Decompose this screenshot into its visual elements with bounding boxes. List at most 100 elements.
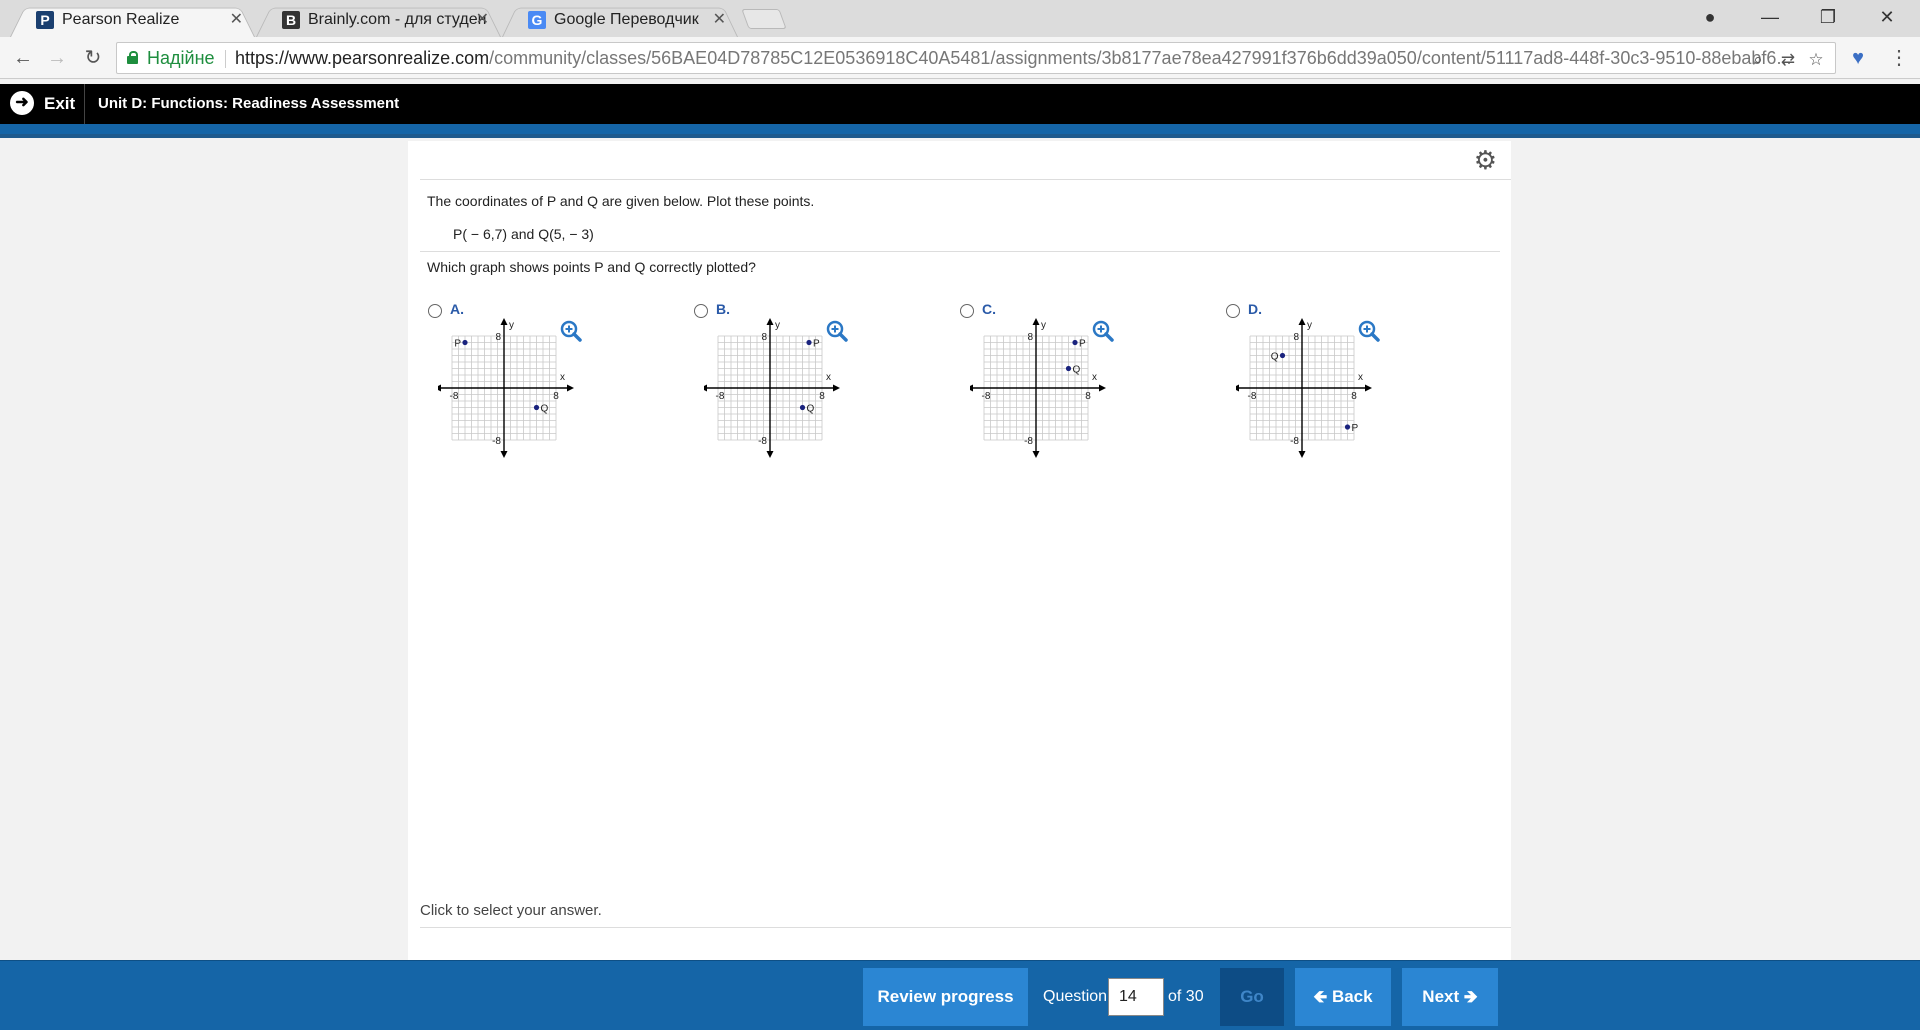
tab-title: Brainly.com - для студен [308, 11, 487, 28]
x-axis-label: x [1092, 372, 1097, 383]
zoom-magnifier-icon[interactable]: ⌕ [1747, 49, 1769, 71]
bookmark-star-icon[interactable]: ☆ [1805, 49, 1827, 71]
radio-button[interactable] [1226, 304, 1240, 318]
point-label-p: P [1352, 423, 1359, 434]
reload-icon[interactable]: ↻ [80, 45, 106, 71]
address-bar[interactable]: Надійне https://www.pearsonrealize.com/c… [116, 42, 1836, 74]
question-prompt: The coordinates of P and Q are given bel… [427, 193, 815, 209]
extension-heart-icon[interactable]: ♥ [1845, 45, 1871, 71]
choice-b[interactable]: B. y x 8 -8 -8 8 P Q [694, 301, 854, 458]
radio-button[interactable] [428, 304, 442, 318]
choice-d[interactable]: D. y x 8 -8 -8 8 Q P [1226, 301, 1386, 458]
footer-nav: Review progress Question of 30 Go 🡸 Back… [0, 960, 1920, 1030]
header-divider [84, 84, 85, 124]
y-min-label: -8 [758, 436, 767, 447]
close-icon[interactable]: ✕ [476, 2, 489, 37]
x-axis-arrow [833, 384, 840, 392]
x-axis-label: x [826, 372, 831, 383]
y-axis-arrow [500, 451, 508, 458]
exit-label: Exit [44, 94, 76, 113]
y-min-label: -8 [1290, 436, 1299, 447]
tab-google-translate[interactable]: G Google Переводчик ✕ [502, 2, 738, 37]
x-max-label: 8 [1351, 391, 1357, 402]
minimize-icon[interactable]: — [1745, 0, 1795, 34]
point-label-p: P [454, 339, 461, 350]
select-answer-hint: Click to select your answer. [420, 902, 602, 919]
x-axis-arrow [970, 384, 973, 392]
x-min-label: -8 [1248, 391, 1257, 402]
unit-title: Unit D: Functions: Readiness Assessment [98, 95, 400, 112]
restore-icon[interactable]: ❐ [1803, 0, 1853, 34]
y-axis-arrow [1032, 318, 1040, 325]
go-button[interactable]: Go [1220, 968, 1284, 1026]
choice-letter: D. [1248, 301, 1262, 317]
radio-button[interactable] [960, 304, 974, 318]
y-axis-arrow [1298, 318, 1306, 325]
tab-pearson-realize[interactable]: P Pearson Realize ✕ [10, 2, 255, 37]
x-axis-label: x [1358, 372, 1363, 383]
y-axis-arrow [766, 318, 774, 325]
x-min-label: -8 [716, 391, 725, 402]
choice-c[interactable]: C. y x 8 -8 -8 8 P Q [960, 301, 1120, 458]
point-p [1072, 339, 1078, 346]
forward-arrow-icon[interactable]: → [44, 45, 70, 71]
x-max-label: 8 [1085, 391, 1091, 402]
translate-icon[interactable]: ⇄ [1777, 49, 1799, 71]
coordinate-graph: yx8-8-8 8PQ [438, 318, 574, 458]
question-total: of 30 [1168, 988, 1204, 1005]
url-text: https://www.pearsonrealize.com/community… [235, 43, 1791, 73]
tab-title: Google Переводчик [554, 11, 699, 28]
point-p [806, 339, 812, 346]
x-axis-arrow [1099, 384, 1106, 392]
back-button[interactable]: 🡸 Back [1295, 968, 1391, 1026]
y-max-label: 8 [1027, 332, 1033, 343]
question-panel: ⚙ The coordinates of P and Q are given b… [408, 141, 1511, 960]
window-close-icon[interactable]: ✕ [1862, 0, 1912, 34]
x-min-label: -8 [450, 391, 459, 402]
y-axis-label: y [509, 320, 514, 331]
y-axis-arrow [1298, 451, 1306, 458]
exit-button[interactable]: ➜ Exit [10, 84, 75, 124]
x-axis-arrow [1236, 384, 1239, 392]
app-header: ➜ Exit Unit D: Functions: Readiness Asses… [0, 84, 1920, 124]
profile-icon[interactable]: ● [1685, 0, 1735, 34]
url-path: /community/classes/56BAE04D78785C12E0536… [489, 48, 1792, 68]
question-coordinates: P( − 6,7) and Q(5, − 3) [453, 226, 594, 242]
x-axis-arrow [704, 384, 707, 392]
coordinate-graph: yx8-8-8 8QP [1236, 318, 1372, 458]
x-max-label: 8 [819, 391, 825, 402]
divider [420, 927, 1511, 928]
tab-brainly[interactable]: B Brainly.com - для студен ✕ [256, 2, 501, 37]
omnibox-divider [225, 50, 226, 68]
y-min-label: -8 [492, 436, 501, 447]
question-number-input[interactable] [1108, 978, 1164, 1016]
menu-dots-icon[interactable]: ⋮ [1886, 45, 1912, 71]
x-min-label: -8 [982, 391, 991, 402]
review-progress-button[interactable]: Review progress [863, 968, 1028, 1026]
choice-a[interactable]: A. y x 8 -8 -8 8 P Q [428, 301, 588, 458]
x-axis-arrow [438, 384, 441, 392]
next-button[interactable]: Next 🡺 [1402, 968, 1498, 1026]
radio-button[interactable] [694, 304, 708, 318]
back-arrow-icon[interactable]: ← [10, 45, 36, 71]
close-icon[interactable]: ✕ [713, 2, 726, 37]
y-min-label: -8 [1024, 436, 1033, 447]
coordinate-graph: yx8-8-8 8PQ [970, 318, 1106, 458]
google-translate-icon: G [528, 11, 546, 29]
point-label-p: P [1079, 339, 1086, 350]
back-label: Back [1331, 987, 1373, 1006]
y-axis-arrow [1032, 451, 1040, 458]
brainly-b-icon: B [282, 11, 300, 29]
question-ask: Which graph shows points P and Q correct… [427, 259, 756, 275]
coordinate-graph: yx8-8-8 8PQ [704, 318, 840, 458]
arrow-left-icon: 🡸 [1313, 987, 1332, 1006]
gear-icon[interactable]: ⚙ [1474, 147, 1497, 173]
point-label-q: Q [541, 404, 549, 415]
secure-label: Надійне [147, 48, 215, 68]
new-tab-button[interactable] [741, 9, 787, 29]
x-axis-arrow [567, 384, 574, 392]
tab-title: Pearson Realize [62, 11, 180, 28]
close-icon[interactable]: ✕ [230, 2, 243, 37]
choice-letter: C. [982, 301, 996, 317]
y-max-label: 8 [761, 332, 767, 343]
